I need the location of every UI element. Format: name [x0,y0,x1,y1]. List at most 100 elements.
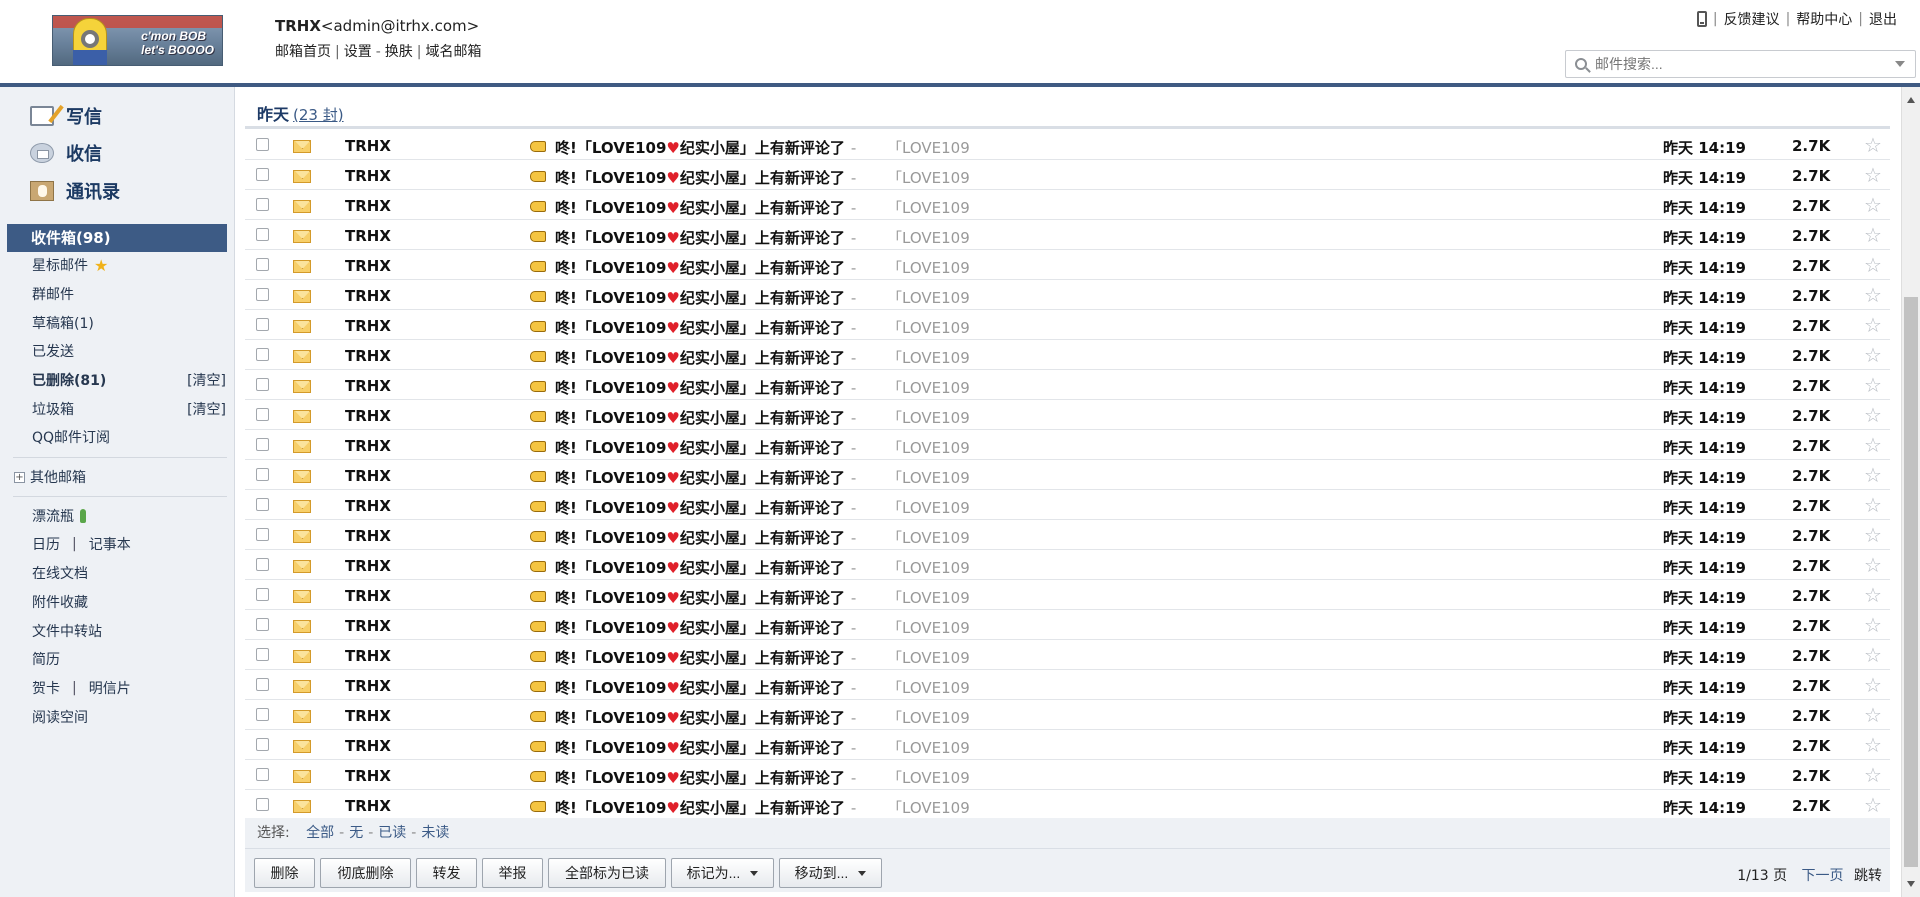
mail-sender[interactable]: TRHX [345,287,391,305]
select-none-link[interactable]: 无 [349,825,363,841]
mail-checkbox[interactable] [256,468,269,481]
mail-subject[interactable]: 咚!「LOVE109♥纪实小屋」上有新评论了 - [555,437,856,458]
scroll-up-icon[interactable] [1907,97,1915,103]
mail-subject[interactable]: 咚!「LOVE109♥纪实小屋」上有新评论了 - [555,677,856,698]
mail-checkbox[interactable] [256,498,269,511]
mail-subject[interactable]: 咚!「LOVE109♥纪实小屋」上有新评论了 - [555,287,856,308]
star-icon[interactable]: ☆ [1864,373,1882,397]
select-read-link[interactable]: 已读 [378,825,406,841]
mail-row[interactable]: TRHX 咚!「LOVE109♥纪实小屋」上有新评论了 - 「LOVE109 昨天 14… [245,640,1890,670]
sidebar-item-spam[interactable]: 垃圾箱 [32,399,74,419]
mail-checkbox[interactable] [256,558,269,571]
sidebar-item-postcard[interactable]: 明信片 [89,678,131,698]
mail-subject[interactable]: 咚!「LOVE109♥纪实小屋」上有新评论了 - [555,407,856,428]
link-domain-mail[interactable]: 域名邮箱 [426,44,482,60]
mail-sender[interactable]: TRHX [345,557,391,575]
star-icon[interactable]: ☆ [1864,163,1882,187]
contacts-button[interactable]: 通讯录 [30,178,120,204]
mail-row[interactable]: TRHX 咚!「LOVE109♥纪实小屋」上有新评论了 - 「LOVE109 昨天 14… [245,730,1890,760]
sidebar-item-greeting-card[interactable]: 贺卡 [32,678,60,698]
mail-checkbox[interactable] [256,678,269,691]
search-dropdown-icon[interactable] [1895,61,1905,67]
star-icon[interactable]: ☆ [1864,793,1882,817]
sidebar-item-other-mailbox[interactable]: + 其他邮箱 [14,467,86,487]
mail-row[interactable]: TRHX 咚!「LOVE109♥纪实小屋」上有新评论了 - 「LOVE109 昨天 14… [245,250,1890,280]
expand-icon[interactable]: + [14,471,25,483]
mail-sender[interactable]: TRHX [345,437,391,455]
star-icon[interactable]: ☆ [1864,343,1882,367]
mail-subject[interactable]: 咚!「LOVE109♥纪实小屋」上有新评论了 - [555,377,856,398]
mail-checkbox[interactable] [256,288,269,301]
mail-subject[interactable]: 咚!「LOVE109♥纪实小屋」上有新评论了 - [555,767,856,788]
select-unread-link[interactable]: 未读 [421,825,449,841]
forward-button[interactable]: 转发 [416,858,477,888]
mail-row[interactable]: TRHX 咚!「LOVE109♥纪实小屋」上有新评论了 - 「LOVE109 昨天 14… [245,790,1890,820]
mail-row[interactable]: TRHX 咚!「LOVE109♥纪实小屋」上有新评论了 - 「LOVE109 昨天 14… [245,430,1890,460]
delete-button[interactable]: 删除 [254,858,315,888]
star-icon[interactable]: ☆ [1864,133,1882,157]
link-feedback[interactable]: 反馈建议 [1724,9,1780,29]
mail-sender[interactable]: TRHX [345,647,391,665]
report-button[interactable]: 举报 [482,858,543,888]
mail-row[interactable]: TRHX 咚!「LOVE109♥纪实小屋」上有新评论了 - 「LOVE109 昨天 14… [245,400,1890,430]
sidebar-item-calendar[interactable]: 日历 [32,534,60,554]
mail-sender[interactable]: TRHX [345,527,391,545]
star-icon[interactable]: ☆ [1864,643,1882,667]
mail-subject[interactable]: 咚!「LOVE109♥纪实小屋」上有新评论了 - [555,197,856,218]
star-icon[interactable]: ☆ [1864,253,1882,277]
mail-sender[interactable]: TRHX [345,677,391,695]
mail-row[interactable]: TRHX 咚!「LOVE109♥纪实小屋」上有新评论了 - 「LOVE109 昨天 14… [245,460,1890,490]
mail-sender[interactable]: TRHX [345,227,391,245]
mail-subject[interactable]: 咚!「LOVE109♥纪实小屋」上有新评论了 - [555,167,856,188]
star-icon[interactable]: ☆ [1864,193,1882,217]
sidebar-item-inbox[interactable]: 收件箱(98) [7,224,227,252]
mail-sender[interactable]: TRHX [345,377,391,395]
sidebar-item-file-transfer[interactable]: 文件中转站 [32,621,102,641]
mail-row[interactable]: TRHX 咚!「LOVE109♥纪实小屋」上有新评论了 - 「LOVE109 昨天 14… [245,580,1890,610]
scroll-down-icon[interactable] [1907,881,1915,887]
mail-sender[interactable]: TRHX [345,737,391,755]
mail-checkbox[interactable] [256,588,269,601]
mail-checkbox[interactable] [256,198,269,211]
sidebar-item-reading-space[interactable]: 阅读空间 [32,707,88,727]
mail-row[interactable]: TRHX 咚!「LOVE109♥纪实小屋」上有新评论了 - 「LOVE109 昨天 14… [245,310,1890,340]
star-icon[interactable]: ☆ [1864,283,1882,307]
star-icon[interactable]: ☆ [1864,733,1882,757]
sidebar-item-notes[interactable]: 记事本 [89,534,131,554]
empty-deleted-link[interactable]: [清空] [187,370,226,390]
star-icon[interactable]: ☆ [1864,673,1882,697]
mail-row[interactable]: TRHX 咚!「LOVE109♥纪实小屋」上有新评论了 - 「LOVE109 昨天 14… [245,190,1890,220]
select-all-link[interactable]: 全部 [306,825,334,841]
mail-sender[interactable]: TRHX [345,617,391,635]
mail-subject[interactable]: 咚!「LOVE109♥纪实小屋」上有新评论了 - [555,647,856,668]
mail-sender[interactable]: TRHX [345,467,391,485]
jump-page-link[interactable]: 跳转 [1854,868,1882,884]
mail-row[interactable]: TRHX 咚!「LOVE109♥纪实小屋」上有新评论了 - 「LOVE109 昨天 14… [245,520,1890,550]
mail-sender[interactable]: TRHX [345,347,391,365]
delete-permanently-button[interactable]: 彻底删除 [320,858,411,888]
mail-subject[interactable]: 咚!「LOVE109♥纪实小屋」上有新评论了 - [555,797,856,818]
mail-checkbox[interactable] [256,138,269,151]
mail-checkbox[interactable] [256,408,269,421]
mail-subject[interactable]: 咚!「LOVE109♥纪实小屋」上有新评论了 - [555,497,856,518]
mail-subject[interactable]: 咚!「LOVE109♥纪实小屋」上有新评论了 - [555,257,856,278]
link-help-center[interactable]: 帮助中心 [1796,9,1852,29]
phone-icon[interactable] [1696,11,1707,27]
mail-sender[interactable]: TRHX [345,317,391,335]
mark-all-read-button[interactable]: 全部标为已读 [548,858,666,888]
mail-sender[interactable]: TRHX [345,407,391,425]
move-to-dropdown[interactable]: 移动到... [779,858,882,888]
receive-button[interactable]: 收信 [30,140,102,166]
mail-checkbox[interactable] [256,228,269,241]
mail-row[interactable]: TRHX 咚!「LOVE109♥纪实小屋」上有新评论了 - 「LOVE109 昨天 14… [245,160,1890,190]
search-icon[interactable] [1575,58,1587,70]
next-page-link[interactable]: 下一页 [1802,868,1844,884]
empty-spam-link[interactable]: [清空] [187,399,226,419]
mail-subject[interactable]: 咚!「LOVE109♥纪实小屋」上有新评论了 - [555,527,856,548]
star-icon[interactable]: ☆ [1864,403,1882,427]
link-settings[interactable]: 设置 [344,44,372,60]
mail-sender[interactable]: TRHX [345,587,391,605]
link-skin[interactable]: 换肤 [385,44,413,60]
mail-row[interactable]: TRHX 咚!「LOVE109♥纪实小屋」上有新评论了 - 「LOVE109 昨天 14… [245,340,1890,370]
group-count-link[interactable]: (23 封) [293,106,344,124]
